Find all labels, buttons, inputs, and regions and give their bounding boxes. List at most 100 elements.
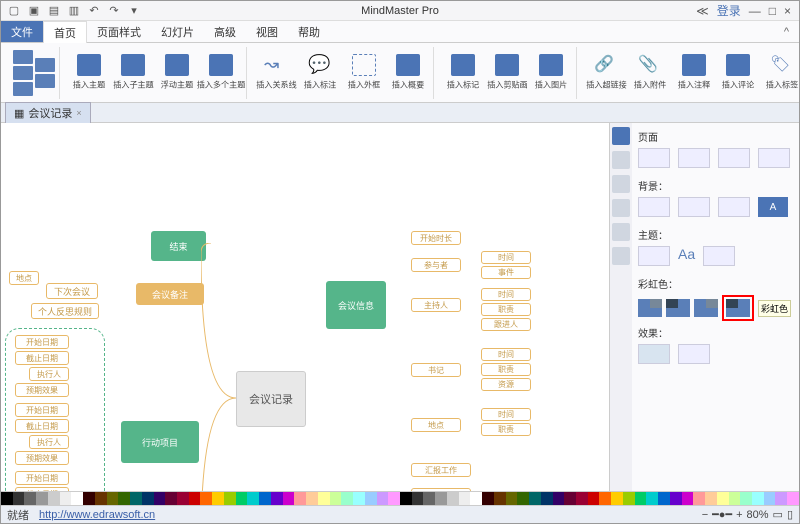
swatch[interactable] bbox=[13, 492, 25, 505]
swatch[interactable] bbox=[646, 492, 658, 505]
swatch[interactable] bbox=[682, 492, 694, 505]
theme-thumb-1[interactable] bbox=[638, 246, 670, 266]
node-d2c[interactable]: 资源 bbox=[481, 378, 531, 391]
node-info-2[interactable]: 主持人 bbox=[411, 298, 461, 312]
node-enddate2[interactable]: 截止日期 bbox=[15, 419, 69, 433]
swatch[interactable] bbox=[1, 492, 13, 505]
rail-task-icon[interactable] bbox=[612, 247, 630, 265]
maximize-icon[interactable]: □ bbox=[769, 4, 776, 18]
swatch[interactable] bbox=[318, 492, 330, 505]
node-d1a[interactable]: 时间 bbox=[481, 288, 531, 301]
layout-thumb-4[interactable] bbox=[758, 148, 790, 168]
swatch[interactable] bbox=[142, 492, 154, 505]
menu-view[interactable]: 视图 bbox=[246, 21, 288, 42]
rainbow-4[interactable] bbox=[726, 299, 750, 317]
swatch[interactable] bbox=[48, 492, 60, 505]
swatch[interactable] bbox=[576, 492, 588, 505]
close-icon[interactable]: × bbox=[784, 4, 791, 18]
swatch[interactable] bbox=[154, 492, 166, 505]
swatch[interactable] bbox=[670, 492, 682, 505]
image-button[interactable]: 插入图片 bbox=[530, 48, 572, 98]
node-notes[interactable]: 会议备注 bbox=[136, 283, 204, 305]
swatch[interactable] bbox=[693, 492, 705, 505]
menu-slide[interactable]: 幻灯片 bbox=[151, 21, 204, 42]
swatch[interactable] bbox=[494, 492, 506, 505]
node-enddate3[interactable]: 截止日期 bbox=[15, 487, 69, 491]
swatch[interactable] bbox=[236, 492, 248, 505]
node-info-0[interactable]: 开始时长 bbox=[411, 231, 461, 245]
swatch[interactable] bbox=[365, 492, 377, 505]
node-place-tag[interactable]: 地点 bbox=[9, 271, 39, 285]
fit-width-icon[interactable]: ▯ bbox=[787, 508, 793, 521]
swatch[interactable] bbox=[388, 492, 400, 505]
swatch[interactable] bbox=[247, 492, 259, 505]
swatch[interactable] bbox=[283, 492, 295, 505]
swatch[interactable] bbox=[752, 492, 764, 505]
swatch[interactable] bbox=[423, 492, 435, 505]
font-sample[interactable]: Aa bbox=[678, 246, 695, 266]
swatch[interactable] bbox=[200, 492, 212, 505]
bg-thumb-A[interactable]: A bbox=[758, 197, 788, 217]
rail-clipart-icon[interactable] bbox=[612, 223, 630, 241]
swatch[interactable] bbox=[330, 492, 342, 505]
swatch[interactable] bbox=[83, 492, 95, 505]
swatch[interactable] bbox=[435, 492, 447, 505]
attach-button[interactable]: 📎插入附件 bbox=[629, 48, 671, 98]
rail-icon-icon[interactable] bbox=[612, 199, 630, 217]
node-result1[interactable]: 预期效果 bbox=[15, 383, 69, 397]
node-startdate1[interactable]: 开始日期 bbox=[15, 335, 69, 349]
swatch[interactable] bbox=[36, 492, 48, 505]
swatch[interactable] bbox=[623, 492, 635, 505]
mark-button[interactable]: 插入标记 bbox=[442, 48, 484, 98]
rail-layout-icon[interactable] bbox=[612, 151, 630, 169]
node-d0b[interactable]: 事件 bbox=[481, 266, 531, 279]
qat-redo-icon[interactable]: ↷ bbox=[107, 4, 121, 18]
node-d2a[interactable]: 时间 bbox=[481, 348, 531, 361]
node-next-meeting[interactable]: 下次会议 bbox=[46, 283, 98, 299]
menu-help[interactable]: 帮助 bbox=[288, 21, 330, 42]
qat-print-icon[interactable]: ▥ bbox=[67, 4, 81, 18]
node-ag0[interactable]: 汇报工作 bbox=[411, 463, 471, 477]
node-end[interactable]: 结束 bbox=[151, 231, 206, 261]
qat-dropdown-icon[interactable]: ▾ bbox=[127, 4, 141, 18]
swatch[interactable] bbox=[294, 492, 306, 505]
close-tab-icon[interactable]: × bbox=[76, 108, 81, 118]
node-d3a[interactable]: 时间 bbox=[481, 408, 531, 421]
swatch[interactable] bbox=[470, 492, 482, 505]
menu-advanced[interactable]: 高级 bbox=[204, 21, 246, 42]
swatch[interactable] bbox=[118, 492, 130, 505]
document-tab[interactable]: ▦ 会议记录 × bbox=[5, 102, 91, 123]
format-painter[interactable] bbox=[35, 58, 55, 88]
node-startdate2[interactable]: 开始日期 bbox=[15, 403, 69, 417]
swatch[interactable] bbox=[60, 492, 72, 505]
node-owner1[interactable]: 执行人 bbox=[29, 367, 69, 381]
swatch[interactable] bbox=[740, 492, 752, 505]
swatch[interactable] bbox=[564, 492, 576, 505]
boundary-button[interactable]: 插入外框 bbox=[343, 48, 385, 98]
swatch[interactable] bbox=[341, 492, 353, 505]
bg-thumb-2[interactable] bbox=[678, 197, 710, 217]
node-owner2[interactable]: 执行人 bbox=[29, 435, 69, 449]
swatch[interactable] bbox=[717, 492, 729, 505]
effect-2[interactable] bbox=[678, 344, 710, 364]
swatch[interactable] bbox=[107, 492, 119, 505]
rail-outline-icon[interactable] bbox=[612, 175, 630, 193]
node-d0a[interactable]: 时间 bbox=[481, 251, 531, 264]
layout-thumb-1[interactable] bbox=[638, 148, 670, 168]
canvas[interactable]: 会议记录 结束 会议备注 会议信息 行动项目 会议日程 建议动议 下次会议 个人… bbox=[1, 123, 609, 491]
swatch[interactable] bbox=[412, 492, 424, 505]
swatch[interactable] bbox=[377, 492, 389, 505]
rainbow-1[interactable] bbox=[638, 299, 662, 317]
swatch[interactable] bbox=[459, 492, 471, 505]
rail-style-icon[interactable] bbox=[612, 127, 630, 145]
swatch[interactable] bbox=[588, 492, 600, 505]
swatch[interactable] bbox=[775, 492, 787, 505]
swatch[interactable] bbox=[224, 492, 236, 505]
swatch[interactable] bbox=[787, 492, 799, 505]
qat-undo-icon[interactable]: ↶ bbox=[87, 4, 101, 18]
qat-new-icon[interactable]: ▢ bbox=[7, 4, 21, 18]
swatch[interactable] bbox=[729, 492, 741, 505]
node-d1c[interactable]: 跟进人 bbox=[481, 318, 531, 331]
swatch[interactable] bbox=[353, 492, 365, 505]
relation-button[interactable]: ↝插入关系线 bbox=[255, 48, 297, 98]
